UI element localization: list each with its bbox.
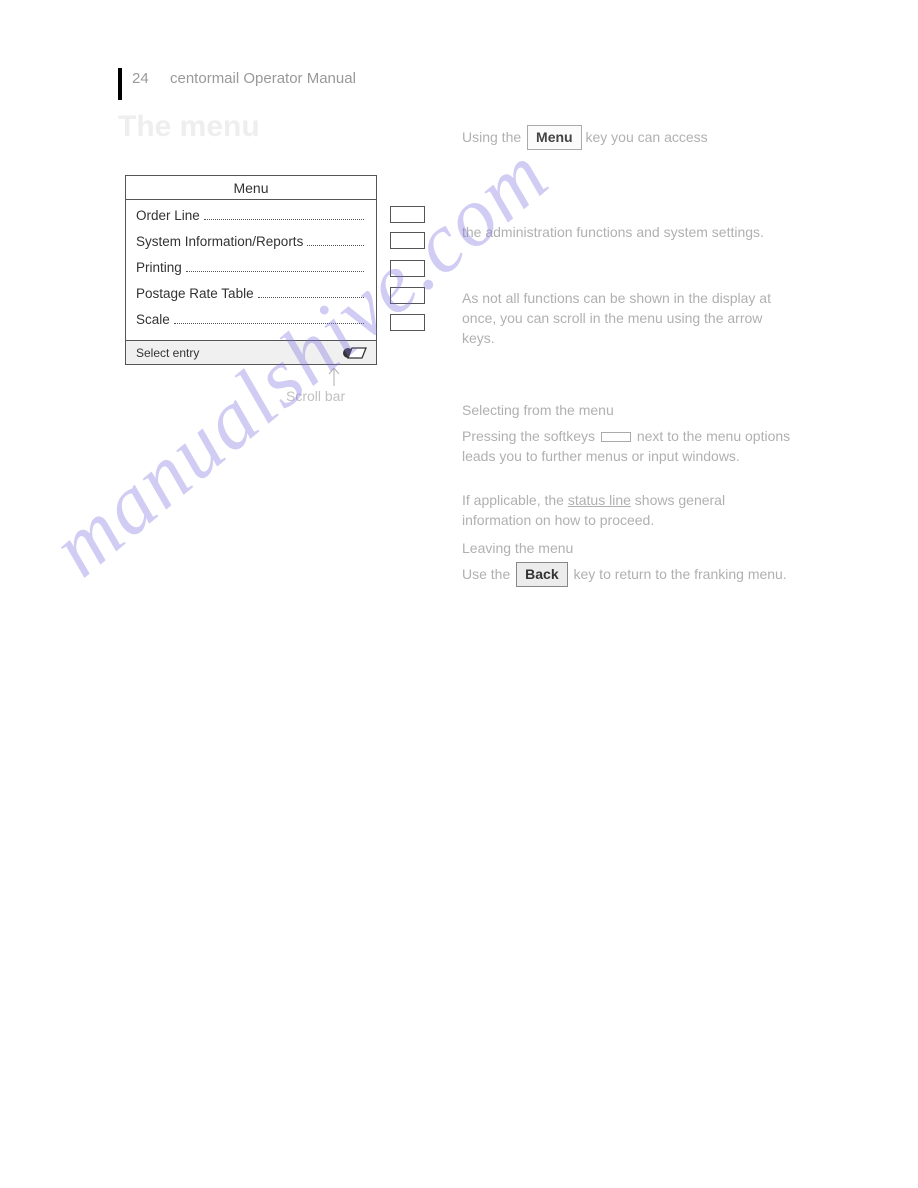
body-text: As not all functions can be shown in the…	[462, 288, 797, 348]
lcd-row: Printing	[136, 260, 366, 286]
softkey-button[interactable]	[390, 232, 425, 249]
lcd-row: System Information/Reports	[136, 234, 366, 260]
lcd-body: Order Line System Information/Reports Pr…	[126, 200, 376, 340]
txt: As not all functions can be shown in the…	[462, 290, 771, 346]
lcd-row: Scale	[136, 312, 366, 338]
header-title: centormail Operator Manual	[170, 70, 356, 87]
body-text: Selecting from the menu Pressing the sof…	[462, 400, 797, 466]
txt: system settings	[664, 224, 760, 240]
lcd-row: Postage Rate Table	[136, 286, 366, 312]
txt: key to return to the franking menu.	[574, 566, 787, 582]
body-text: Leaving the menu Use the Back key to ret…	[462, 538, 797, 587]
softkey-icon	[601, 432, 631, 442]
subheading: Leaving the menu	[462, 538, 797, 558]
lcd-item-label: Order Line	[136, 208, 200, 223]
lcd-item-label: Printing	[136, 260, 182, 275]
status-line-term: status line	[568, 492, 631, 508]
intro-post: key you can access	[586, 129, 708, 145]
menu-key-button[interactable]: Menu	[527, 125, 582, 150]
intro-pre: Using the	[462, 129, 525, 145]
callout-label: Scroll bar	[286, 388, 345, 404]
lcd-item-label: System Information/Reports	[136, 234, 303, 249]
header-rule	[118, 68, 122, 100]
callout-arrow-icon	[327, 368, 341, 386]
lcd-dots	[186, 271, 364, 272]
softkey-button[interactable]	[390, 206, 425, 223]
lcd-dots	[307, 245, 364, 246]
section-heading: The menu	[118, 110, 260, 144]
lcd-dots	[174, 323, 364, 324]
body-text: If applicable, the status line shows gen…	[462, 490, 797, 530]
scroll-icon	[342, 345, 368, 361]
txt: Use the	[462, 566, 514, 582]
lcd-item-label: Postage Rate Table	[136, 286, 254, 301]
softkey-button[interactable]	[390, 260, 425, 277]
lcd-panel: Menu Order Line System Information/Repor…	[125, 175, 377, 365]
lcd-footer: Select entry	[126, 340, 376, 364]
txt: .	[760, 224, 764, 240]
txt: the	[462, 224, 485, 240]
lcd-dots	[204, 219, 364, 220]
txt: Pressing the softkeys	[462, 428, 599, 444]
intro-text: Using the Menu key you can access	[462, 125, 797, 150]
txt: administration functions	[485, 224, 632, 240]
body-text: the administration functions and system …	[462, 222, 797, 242]
lcd-dots	[258, 297, 364, 298]
lcd-title: Menu	[126, 176, 376, 200]
softkey-button[interactable]	[390, 314, 425, 331]
txt: If applicable, the	[462, 492, 568, 508]
lcd-footer-text: Select entry	[136, 346, 199, 360]
subheading: Selecting from the menu	[462, 400, 797, 420]
lcd-item-label: Scale	[136, 312, 170, 327]
lcd-row: Order Line	[136, 208, 366, 234]
page-number: 24	[132, 70, 149, 87]
softkey-button[interactable]	[390, 287, 425, 304]
txt: and	[632, 224, 663, 240]
back-key-button[interactable]: Back	[516, 562, 567, 587]
